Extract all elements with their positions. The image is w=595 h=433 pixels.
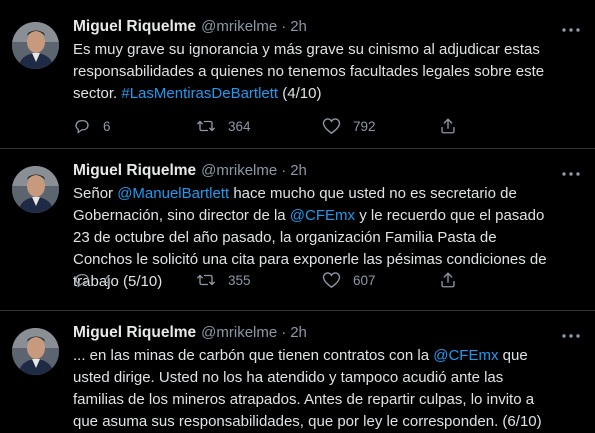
more-horizontal-icon[interactable] bbox=[561, 166, 581, 182]
avatar[interactable] bbox=[12, 166, 59, 213]
share-button[interactable] bbox=[439, 117, 457, 135]
author-handle[interactable]: @mrikelme bbox=[201, 18, 277, 36]
tweet[interactable]: Miguel Riquelme @mrikelme · 2h Es muy gr… bbox=[0, 0, 595, 149]
retweet-arrows-icon bbox=[196, 271, 216, 289]
tweet-actions: 6 364 792 bbox=[73, 117, 457, 135]
like-button[interactable]: 792 bbox=[322, 117, 439, 135]
separator: · bbox=[281, 324, 287, 341]
reply-bubble-icon bbox=[73, 117, 91, 135]
retweet-count: 355 bbox=[228, 272, 251, 288]
timestamp[interactable]: 2h bbox=[290, 18, 307, 36]
avatar[interactable] bbox=[12, 22, 59, 69]
retweet-button[interactable]: 355 bbox=[196, 271, 322, 289]
like-button[interactable]: 607 bbox=[322, 271, 439, 289]
tweet[interactable]: Miguel Riquelme @mrikelme · 2h Señor @Ma… bbox=[0, 149, 595, 311]
reply-count: 4 bbox=[103, 272, 111, 288]
mention-link[interactable]: @CFEmx bbox=[433, 347, 498, 364]
share-upload-icon bbox=[439, 271, 457, 289]
share-upload-icon bbox=[439, 117, 457, 135]
retweet-button[interactable]: 364 bbox=[196, 117, 322, 135]
avatar[interactable] bbox=[12, 328, 59, 375]
like-count: 607 bbox=[353, 272, 376, 288]
reply-button[interactable]: 6 bbox=[73, 117, 196, 135]
mention-link[interactable]: @CFEmx bbox=[290, 207, 355, 224]
author-name[interactable]: Miguel Riquelme bbox=[73, 324, 196, 342]
more-horizontal-icon[interactable] bbox=[561, 22, 581, 38]
tweet-text: Es muy grave su ignorancia y más grave s… bbox=[73, 39, 555, 105]
share-button[interactable] bbox=[439, 271, 457, 289]
avatar-photo bbox=[12, 328, 59, 375]
avatar-photo bbox=[12, 166, 59, 213]
retweet-arrows-icon bbox=[196, 117, 216, 135]
retweet-count: 364 bbox=[228, 118, 251, 134]
tweet-actions: 4 355 607 bbox=[73, 271, 457, 289]
timestamp[interactable]: 2h bbox=[290, 162, 307, 180]
tweet-text-segment: ... en las minas de carbón que tienen co… bbox=[73, 347, 434, 364]
hashtag-link[interactable]: #LasMentirasDeBartlett bbox=[121, 85, 278, 102]
reply-count: 6 bbox=[103, 118, 111, 134]
reply-button[interactable]: 4 bbox=[73, 271, 196, 289]
author-handle[interactable]: @mrikelme bbox=[201, 162, 277, 180]
mention-link[interactable]: @ManuelBartlett bbox=[117, 185, 229, 202]
timestamp[interactable]: 2h bbox=[290, 324, 307, 342]
more-horizontal-icon[interactable] bbox=[561, 328, 581, 344]
author-handle[interactable]: @mrikelme bbox=[201, 324, 277, 342]
separator: · bbox=[281, 162, 287, 179]
avatar-photo bbox=[12, 22, 59, 69]
tweet-text-segment: (4/10) bbox=[278, 85, 322, 102]
tweet-text-segment: Señor bbox=[73, 185, 118, 202]
like-count: 792 bbox=[353, 118, 376, 134]
heart-icon bbox=[322, 271, 341, 289]
separator: · bbox=[281, 18, 287, 35]
tweet-text: ... en las minas de carbón que tienen co… bbox=[73, 345, 555, 433]
tweet[interactable]: Miguel Riquelme @mrikelme · 2h ... en la… bbox=[0, 311, 595, 430]
author-name[interactable]: Miguel Riquelme bbox=[73, 18, 196, 36]
reply-bubble-icon bbox=[73, 271, 91, 289]
heart-icon bbox=[322, 117, 341, 135]
author-name[interactable]: Miguel Riquelme bbox=[73, 162, 196, 180]
